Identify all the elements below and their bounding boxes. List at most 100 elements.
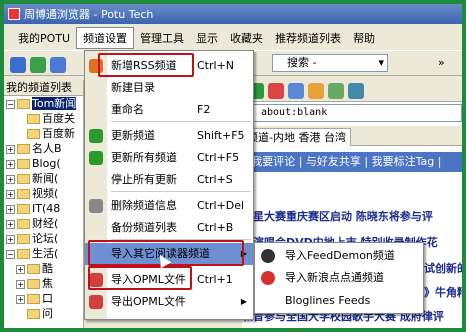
menu-item[interactable]: 导入OPML文件 Ctrl+1 xyxy=(85,269,253,291)
search-icon[interactable] xyxy=(348,83,364,99)
menu-item[interactable]: 导出OPML文件 ▶ xyxy=(85,291,253,313)
menu-favorites[interactable]: 收藏夹 xyxy=(224,28,269,48)
tree-item[interactable]: + 名人B xyxy=(4,141,83,156)
search-input[interactable]: 搜索 - xyxy=(272,54,388,72)
tree-item[interactable]: 百度新 xyxy=(4,126,83,141)
expand-toggle-icon[interactable]: + xyxy=(6,189,15,199)
tree-item-label: 视频( xyxy=(32,187,59,200)
article-actions-bar[interactable]: | 我要评论 | 与好友共享 | 我要标注Tag | xyxy=(242,152,462,172)
tree-item[interactable]: + IT(48 xyxy=(4,201,83,216)
tree-item[interactable]: − 生活( xyxy=(4,246,83,261)
menu-manage-tools[interactable]: 管理工具 xyxy=(134,28,190,48)
favorites-icon[interactable] xyxy=(308,83,324,99)
tree-item[interactable]: + Blog( xyxy=(4,156,83,171)
browser-toolbar xyxy=(242,80,462,102)
refresh-icon[interactable] xyxy=(30,57,46,73)
news-headline[interactable]: 新星大赛重庆赛区启动 陈晓东将参与评 xyxy=(242,208,433,224)
menu-item[interactable]: 重命名 F2 xyxy=(85,99,253,121)
folder-icon xyxy=(17,234,30,244)
news-headline[interactable]: 》牛角精 xyxy=(424,284,462,300)
title-bar: 周博通浏览器 - Potu Tech xyxy=(4,4,462,24)
menu-item-shortcut: Ctrl+N xyxy=(197,59,235,72)
folder-icon xyxy=(17,189,30,199)
folder-icon xyxy=(27,114,40,124)
submenu-arrow-icon: ▶ xyxy=(240,297,247,306)
menu-item-shortcut: Ctrl+B xyxy=(197,221,234,234)
menu-item[interactable]: 备份频道列表 Ctrl+B xyxy=(85,217,253,239)
expand-toggle-icon[interactable]: + xyxy=(16,279,25,289)
menu-channel-settings[interactable]: 频道设置 xyxy=(76,27,135,49)
list-view-icon[interactable] xyxy=(10,57,26,73)
tree-item[interactable]: + 论坛( xyxy=(4,231,83,246)
menu-display[interactable]: 显示 xyxy=(190,28,224,48)
history-icon[interactable] xyxy=(328,83,344,99)
news-headline[interactable]: 试创新的歌 xyxy=(424,260,462,276)
submenu-item[interactable]: Bloglines Feeds xyxy=(255,290,423,312)
menu-recommended-channels[interactable]: 推荐频道列表 xyxy=(269,28,347,48)
menu-item-label: 新建目录 xyxy=(111,81,155,94)
folder-icon xyxy=(17,219,30,229)
channel-settings-menu: 新增RSS频道 Ctrl+N 新建目录重命名 F2 更新频道 Shift+F5 更新所有频道… xyxy=(84,50,254,320)
tree-item-label: 焦 xyxy=(42,277,53,290)
app-icon xyxy=(8,8,20,20)
submenu-item[interactable]: 导入新浪点点通频道 xyxy=(255,267,423,289)
tree-item-label: 财经( xyxy=(32,217,59,230)
tree-item-label: IT(48 xyxy=(32,202,61,215)
folder-icon xyxy=(17,204,30,214)
expand-toggle-icon[interactable]: + xyxy=(16,294,25,304)
tree-item-label: 口 xyxy=(42,292,53,305)
expand-toggle-icon[interactable]: + xyxy=(6,204,15,214)
channel-icon[interactable] xyxy=(50,57,66,73)
app-window: 周博通浏览器 - Potu Tech 我的POTU 频道设置 管理工具 显示 收… xyxy=(4,4,462,328)
menu-help[interactable]: 帮助 xyxy=(347,28,381,48)
menu-item[interactable]: 新增RSS频道 Ctrl+N xyxy=(85,55,253,77)
tab-strip: 频道-内地 香港 台湾 xyxy=(242,126,462,146)
tree-item[interactable]: 百度关 xyxy=(4,111,83,126)
folder-icon xyxy=(27,279,40,289)
expand-toggle-icon[interactable]: + xyxy=(6,219,15,229)
expand-toggle-icon[interactable]: − xyxy=(6,249,15,259)
menu-item[interactable]: 停止所有更新 Ctrl+S xyxy=(85,169,253,191)
menu-item[interactable]: 更新频道 Shift+F5 xyxy=(85,125,253,147)
menu-item[interactable]: 更新所有频道 Ctrl+F5 xyxy=(85,147,253,169)
channel-sidebar: 我的频道列表 − Tom新闻 百度关 百度新 + 名人B + Blog(+ 新闻(+ 视频(+ IT… xyxy=(4,80,84,328)
tree-item[interactable]: + 焦 xyxy=(4,276,83,291)
refresh-all-icon xyxy=(89,151,103,165)
expand-toggle-icon[interactable]: + xyxy=(6,144,15,154)
export-icon xyxy=(89,295,103,309)
expand-toggle-icon[interactable]: + xyxy=(6,234,15,244)
expand-toggle-icon[interactable]: + xyxy=(16,264,25,274)
tree-item-label: 百度关 xyxy=(42,112,75,125)
feeddemon-icon xyxy=(261,249,275,263)
tree-item-label: Tom新闻 xyxy=(32,97,77,110)
menu-separator xyxy=(111,239,251,240)
menu-item-label: 更新频道 xyxy=(111,129,155,142)
menu-item[interactable]: 删除频道信息 Ctrl+Del xyxy=(85,195,253,217)
overflow-chevron-icon[interactable]: » xyxy=(438,56,445,69)
expand-toggle-icon[interactable]: + xyxy=(6,174,15,184)
menu-item[interactable]: 新建目录 xyxy=(85,77,253,99)
tree-item[interactable]: + 口 xyxy=(4,291,83,306)
folder-icon xyxy=(27,294,40,304)
tree-item[interactable]: + 酷 xyxy=(4,261,83,276)
rss-icon xyxy=(89,59,103,73)
expand-toggle-icon[interactable]: + xyxy=(6,159,15,169)
menu-my-potu[interactable]: 我的POTU xyxy=(12,28,76,48)
tree-item[interactable]: 问 xyxy=(4,306,83,321)
tree-item[interactable]: + 新闻( xyxy=(4,171,83,186)
menu-item-label: 停止所有更新 xyxy=(111,173,177,186)
address-bar[interactable]: about:blank xyxy=(242,104,462,122)
submenu-item[interactable]: 导入FeedDemon频道 xyxy=(255,245,423,267)
stop-icon[interactable] xyxy=(268,83,284,99)
sidebar-header: 我的频道列表 xyxy=(4,80,83,96)
menu-item-shortcut: Ctrl+Del xyxy=(197,199,245,212)
tree-item[interactable]: − Tom新闻 xyxy=(4,96,83,111)
tab-channel[interactable]: 频道-内地 香港 台湾 xyxy=(242,128,351,146)
menu-item-shortcut: Ctrl+1 xyxy=(197,273,233,286)
home-icon[interactable] xyxy=(288,83,304,99)
submenu-arrow-icon: ▶ xyxy=(240,249,247,258)
tree-item[interactable]: + 财经( xyxy=(4,216,83,231)
expand-toggle-icon[interactable]: − xyxy=(6,99,15,109)
menu-item-shortcut: Ctrl+S xyxy=(197,173,233,186)
tree-item[interactable]: + 视频( xyxy=(4,186,83,201)
